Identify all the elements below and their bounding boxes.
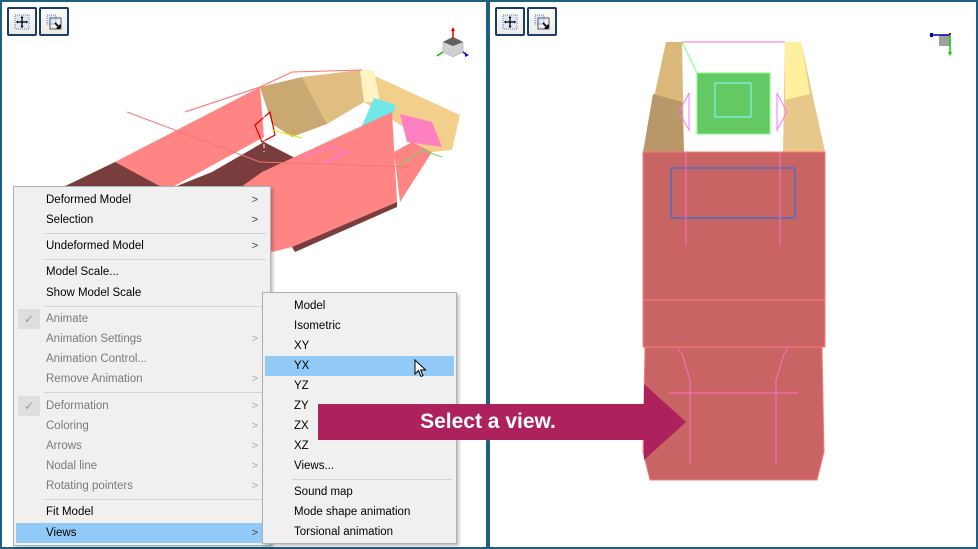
view-option-model[interactable]: Model: [265, 296, 454, 316]
menu-separator: [44, 233, 266, 234]
menu-separator: [44, 392, 266, 393]
menu-item-label: Rotating pointers: [46, 480, 133, 492]
view-option-isometric[interactable]: Isometric: [265, 316, 454, 336]
chevron-right-icon: >: [251, 240, 258, 252]
menu-item-label: Animation Settings: [46, 333, 142, 345]
menu-item-label: XY: [294, 340, 310, 352]
menu-item-label: Remove Animation: [46, 373, 143, 385]
menu-item-label: YZ: [294, 380, 309, 392]
check-icon: ✓: [18, 396, 40, 416]
chevron-right-icon: >: [251, 480, 258, 492]
menu-separator: [44, 306, 266, 307]
check-icon: ✓: [18, 309, 40, 329]
menu-item-label: ZY: [294, 400, 309, 412]
menu-item-label: Arrows: [46, 440, 82, 452]
menu-item-nodal-line[interactable]: Nodal line >: [16, 456, 268, 476]
menu-item-label: Views...: [294, 460, 335, 472]
view-option-sound-map[interactable]: Sound map: [265, 482, 454, 502]
menu-item-arrows[interactable]: Arrows >: [16, 436, 268, 456]
menu-separator: [44, 259, 266, 260]
menu-item-label: Torsional animation: [294, 526, 394, 538]
model-body-lower: [642, 299, 826, 348]
model-main-body: [642, 151, 826, 301]
zoom-window-icon: [46, 14, 62, 29]
menu-item-selection[interactable]: Selection >: [16, 210, 268, 230]
yx-model-scene[interactable]: [490, 2, 978, 549]
chevron-right-icon: >: [251, 373, 258, 385]
chevron-right-icon: >: [251, 527, 258, 539]
menu-item-label: Deformation: [46, 400, 109, 412]
callout-text: Select a view.: [420, 410, 556, 433]
axis-triad-isometric: [436, 27, 469, 58]
menu-item-label: XZ: [294, 440, 309, 452]
menu-item-fit-model[interactable]: Fit Model: [16, 502, 268, 522]
axis-triad-yx: [930, 33, 952, 56]
menu-item-rotating-pointers[interactable]: Rotating pointers >: [16, 476, 268, 496]
menu-item-coloring[interactable]: Coloring >: [16, 416, 268, 436]
context-menu: Deformed Model > Selection > Undeformed …: [13, 186, 271, 546]
menu-item-deformed-model[interactable]: Deformed Model >: [16, 190, 268, 210]
menu-item-label: Model: [294, 300, 326, 312]
zoom-window-button[interactable]: [39, 7, 69, 36]
view-option-mode-shape-animation[interactable]: Mode shape animation: [265, 502, 454, 522]
menu-item-label: Show Model Scale: [46, 287, 142, 299]
chevron-right-icon: >: [251, 333, 258, 345]
menu-item-label: Selection: [46, 214, 94, 226]
menu-item-animation-control[interactable]: Animation Control...: [16, 349, 268, 369]
menu-item-label: Deformed Model: [46, 194, 132, 206]
model-green-wire: [681, 41, 698, 74]
menu-item-undeformed-model[interactable]: Undeformed Model >: [16, 236, 268, 256]
chevron-right-icon: >: [251, 420, 258, 432]
menu-separator: [292, 479, 452, 480]
chevron-right-icon: >: [251, 214, 258, 226]
chevron-right-icon: >: [251, 440, 258, 452]
zoom-window-icon: [534, 14, 550, 29]
menu-item-label: Sound map: [294, 486, 353, 498]
menu-item-animate[interactable]: ✓ Animate: [16, 309, 268, 329]
menu-item-deformation[interactable]: ✓ Deformation >: [16, 396, 268, 416]
menu-item-label: Animate: [46, 313, 89, 325]
menu-item-label: Mode shape animation: [294, 506, 411, 518]
chevron-right-icon: >: [251, 460, 258, 472]
menu-item-label: ZX: [294, 420, 309, 432]
menu-item-label: Nodal line: [46, 460, 98, 472]
right-viewport[interactable]: [488, 0, 978, 549]
menu-item-label: Animation Control...: [46, 353, 147, 365]
zoom-extents-button-right[interactable]: [495, 7, 525, 36]
chevron-right-icon: >: [251, 400, 258, 412]
chevron-right-icon: >: [251, 194, 258, 206]
menu-item-label: YX: [294, 360, 310, 372]
menu-item-remove-animation[interactable]: Remove Animation >: [16, 369, 268, 389]
zoom-extents-icon: [502, 14, 518, 29]
menu-item-label: Undeformed Model: [46, 240, 144, 252]
menu-item-views[interactable]: Views >: [16, 523, 268, 543]
menu-item-label: Isometric: [294, 320, 341, 332]
model-green-floor: [696, 72, 771, 135]
view-option-torsional-animation[interactable]: Torsional animation: [265, 522, 454, 542]
mouse-pointer-icon: [414, 359, 427, 378]
menu-item-model-scale[interactable]: Model Scale...: [16, 262, 268, 282]
zoom-extents-icon: [14, 14, 30, 29]
menu-separator: [44, 499, 266, 500]
zoom-window-button-right[interactable]: [527, 7, 557, 36]
menu-item-label: Fit Model: [46, 506, 94, 518]
menu-item-show-model-scale[interactable]: Show Model Scale: [16, 283, 268, 303]
menu-item-animation-settings[interactable]: Animation Settings >: [16, 329, 268, 349]
model-tan-left-shade: [643, 94, 684, 152]
menu-item-label: Views: [46, 527, 77, 539]
zoom-extents-button[interactable]: [7, 7, 37, 36]
view-option-xy[interactable]: XY: [265, 336, 454, 356]
menu-item-label: Coloring: [46, 420, 89, 432]
menu-item-label: Model Scale...: [46, 266, 119, 278]
